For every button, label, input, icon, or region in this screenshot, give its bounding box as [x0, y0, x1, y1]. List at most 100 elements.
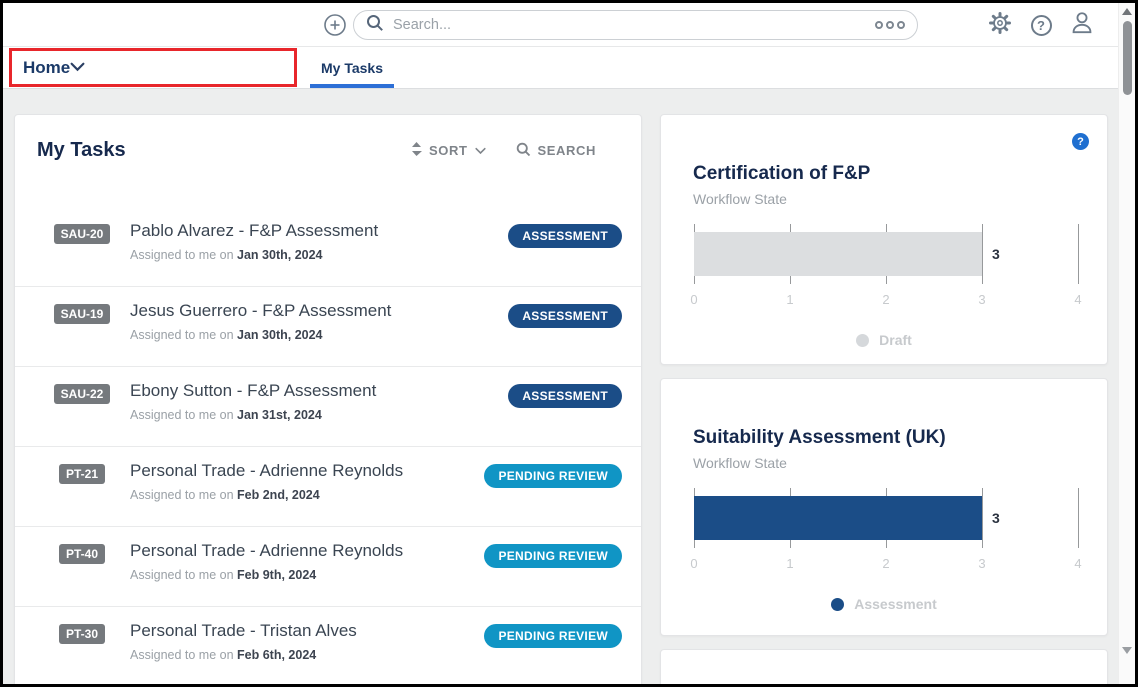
legend-label: Assessment — [854, 596, 937, 612]
task-row[interactable]: SAU-20 Pablo Alvarez - F&P Assessment As… — [15, 207, 641, 287]
chart-subtitle: Workflow State — [693, 455, 1107, 471]
my-tasks-header: My Tasks SORT SEARCH — [15, 115, 641, 162]
task-assigned-line: Assigned to me on Feb 6th, 2024 — [130, 648, 357, 662]
chart-legend-item[interactable]: Assessment — [661, 596, 1107, 612]
tick-line — [982, 224, 983, 284]
tick-label: 4 — [1074, 292, 1081, 307]
plus-circle-icon — [323, 24, 347, 41]
status-badge: PENDING REVIEW — [484, 544, 622, 568]
task-id-badge: PT-21 — [59, 464, 105, 484]
legend-dot — [831, 598, 844, 611]
search-label: SEARCH — [538, 143, 597, 158]
sort-arrows-icon — [411, 142, 422, 159]
task-id-badge: PT-40 — [59, 544, 105, 564]
active-tab-indicator — [310, 84, 394, 88]
top-bar: ? — [3, 3, 1135, 47]
chart-card-suitability-assessment-uk: Suitability Assessment (UK) Workflow Sta… — [660, 378, 1108, 636]
gear-icon — [988, 11, 1012, 40]
task-title: Personal Trade - Adrienne Reynolds — [130, 461, 403, 481]
search-icon — [516, 142, 531, 160]
bar-value-label: 3 — [992, 246, 1000, 262]
tick-label: 3 — [978, 292, 985, 307]
task-title: Ebony Sutton - F&P Assessment — [130, 381, 376, 401]
my-tasks-panel: My Tasks SORT SEARCH SAU-20 Pablo Alvare… — [14, 114, 642, 684]
scroll-up-arrow-icon[interactable] — [1122, 8, 1132, 15]
search-options-icon[interactable] — [875, 21, 905, 29]
global-search-bar[interactable] — [353, 10, 918, 40]
tick-line — [982, 488, 983, 548]
task-id-badge: PT-30 — [59, 624, 105, 644]
task-assigned-date: Feb 2nd, 2024 — [237, 488, 320, 502]
panel-title: My Tasks — [37, 139, 126, 162]
task-assigned-date: Feb 6th, 2024 — [237, 648, 316, 662]
tick-label: 1 — [786, 556, 793, 571]
bar-value-label: 3 — [992, 510, 1000, 526]
charts-column: ? Certification of F&P Workflow State 3 … — [660, 114, 1108, 684]
task-row[interactable]: SAU-19 Jesus Guerrero - F&P Assessment A… — [15, 287, 641, 367]
chart-subtitle: Workflow State — [693, 191, 1107, 207]
home-dropdown[interactable]: Home — [13, 47, 293, 88]
tick-label: 2 — [882, 556, 889, 571]
legend-dot — [856, 334, 869, 347]
task-assigned-line: Assigned to me on Feb 9th, 2024 — [130, 568, 403, 582]
chart-bar — [694, 496, 982, 540]
task-id-badge: SAU-22 — [54, 384, 111, 404]
chart-legend-item[interactable]: Draft — [661, 332, 1107, 348]
task-assigned-date: Jan 31st, 2024 — [237, 408, 322, 422]
status-badge: ASSESSMENT — [508, 224, 622, 248]
chart-tick-labels: 01234 — [694, 556, 1078, 574]
task-assigned-date: Jan 30th, 2024 — [237, 248, 322, 262]
create-new-button[interactable] — [323, 13, 347, 37]
tick-label: 0 — [690, 292, 697, 307]
task-assigned-date: Jan 30th, 2024 — [237, 328, 322, 342]
person-icon — [1069, 10, 1095, 41]
chart-card-partial — [660, 649, 1108, 684]
task-row[interactable]: PT-21 Personal Trade - Adrienne Reynolds… — [15, 447, 641, 527]
tick-label: 3 — [978, 556, 985, 571]
app-window: ? Home My Tasks My Tasks — [3, 3, 1135, 684]
scroll-down-arrow-icon[interactable] — [1122, 647, 1132, 654]
search-input[interactable] — [393, 17, 875, 33]
search-tasks-button[interactable]: SEARCH — [516, 142, 597, 160]
search-icon — [366, 14, 393, 37]
task-id-badge: SAU-20 — [54, 224, 111, 244]
tick-label: 1 — [786, 292, 793, 307]
status-badge: PENDING REVIEW — [484, 464, 622, 488]
chart-help-icon[interactable]: ? — [1072, 133, 1089, 150]
chart-plot-area: 3 — [694, 224, 1078, 284]
settings-button[interactable] — [988, 13, 1012, 37]
chart-title: Certification of F&P — [693, 163, 1107, 185]
task-assigned-line: Assigned to me on Jan 30th, 2024 — [130, 328, 391, 342]
tick-label: 4 — [1074, 556, 1081, 571]
main-content: My Tasks SORT SEARCH SAU-20 Pablo Alvare… — [3, 89, 1135, 684]
task-assigned-line: Assigned to me on Jan 30th, 2024 — [130, 248, 378, 262]
task-assigned-line: Assigned to me on Feb 2nd, 2024 — [130, 488, 403, 502]
user-profile-button[interactable] — [1070, 13, 1094, 37]
chart-bar — [694, 232, 982, 276]
task-title: Pablo Alvarez - F&P Assessment — [130, 221, 378, 241]
task-assigned-date: Feb 9th, 2024 — [237, 568, 316, 582]
task-title: Personal Trade - Tristan Alves — [130, 621, 357, 641]
tab-my-tasks-label: My Tasks — [321, 60, 383, 76]
task-title: Jesus Guerrero - F&P Assessment — [130, 301, 391, 321]
tick-line — [1078, 224, 1079, 284]
chevron-down-icon — [70, 59, 85, 77]
chart-plot-area: 3 — [694, 488, 1078, 548]
chart-tick-labels: 01234 — [694, 292, 1078, 310]
tick-label: 2 — [882, 292, 889, 307]
task-title: Personal Trade - Adrienne Reynolds — [130, 541, 403, 561]
scrollbar-thumb[interactable] — [1123, 21, 1132, 95]
sort-label: SORT — [429, 143, 468, 158]
tick-line — [1078, 488, 1079, 548]
sort-button[interactable]: SORT — [411, 142, 486, 159]
tab-my-tasks[interactable]: My Tasks — [310, 47, 394, 88]
task-row[interactable]: SAU-22 Ebony Sutton - F&P Assessment Ass… — [15, 367, 641, 447]
task-row[interactable]: PT-40 Personal Trade - Adrienne Reynolds… — [15, 527, 641, 607]
chevron-down-icon — [475, 143, 486, 158]
vertical-scrollbar[interactable] — [1118, 3, 1135, 684]
nav-bar: Home My Tasks — [3, 47, 1135, 89]
help-button[interactable]: ? — [1029, 13, 1053, 37]
status-badge: PENDING REVIEW — [484, 624, 622, 648]
task-row[interactable]: PT-30 Personal Trade - Tristan Alves Ass… — [15, 607, 641, 684]
task-id-badge: SAU-19 — [54, 304, 111, 324]
